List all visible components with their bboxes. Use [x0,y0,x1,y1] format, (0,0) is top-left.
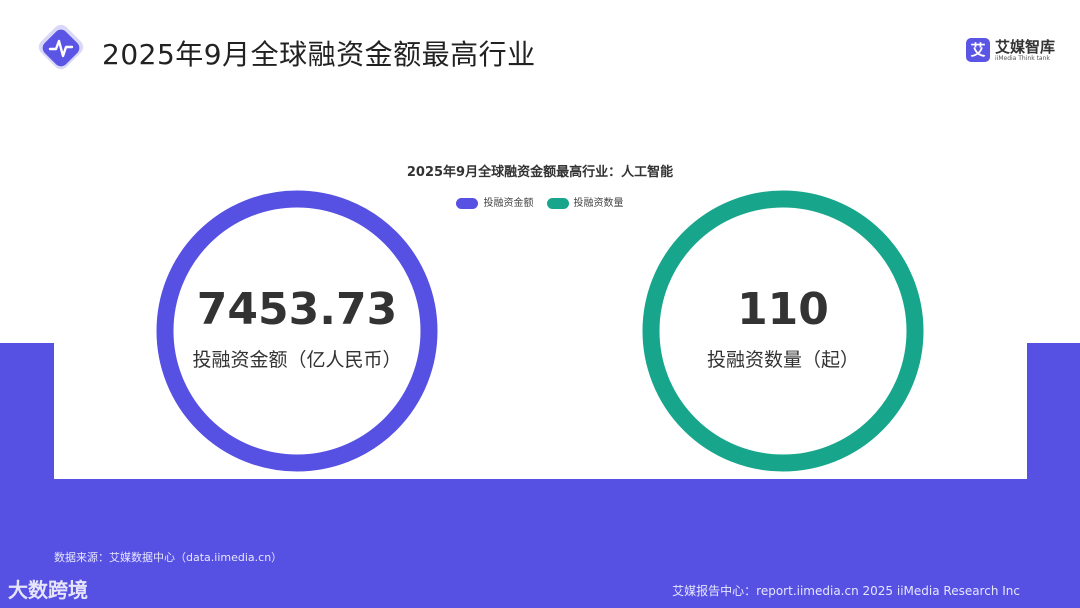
watermark-logo: 大数跨境 [8,578,88,602]
ring-value-amount: 7453.73 [196,284,398,335]
data-source-note: 数据来源：艾媒数据中心（data.iimedia.cn） [54,551,283,564]
ring-value-count: 110 [737,284,829,335]
report-center-note: 艾媒报告中心：report.iimedia.cn 2025 iiMedia Re… [672,584,1020,598]
ring-label-count: 投融资数量（起） [706,349,859,371]
ring-label-amount: 投融资金额（亿人民币） [192,349,402,371]
